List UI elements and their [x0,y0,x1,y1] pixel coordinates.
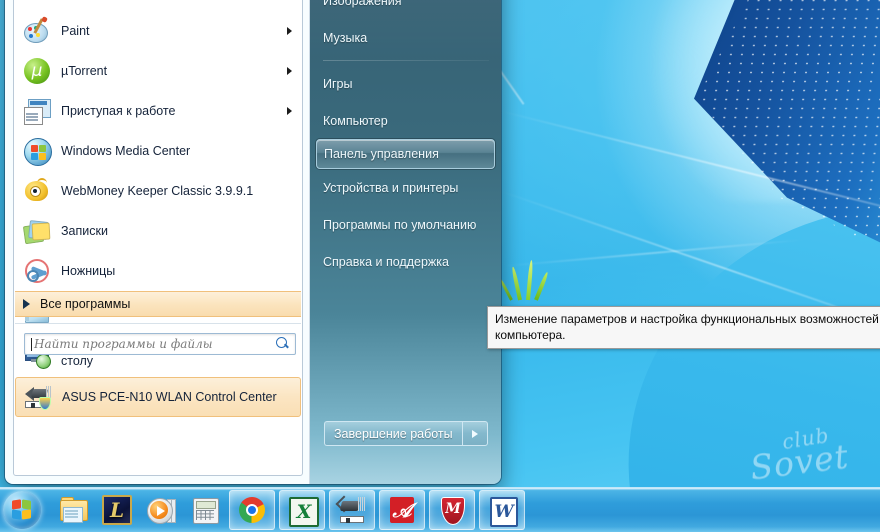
taskbar-item-asus-wlan[interactable] [329,490,375,530]
sticky-notes-icon [22,217,51,245]
taskbar-item-google-chrome[interactable] [229,490,275,530]
utorrent-icon: µ [23,57,51,85]
taskbar-item-microsoft-word[interactable]: W [479,490,525,530]
calculator-icon [190,495,220,525]
taskbar-item-mcafee[interactable]: M [429,490,475,530]
wallpaper-grass [498,258,560,303]
league-of-legends-icon: L [102,495,132,525]
chevron-right-icon [471,429,478,438]
snipping-tool-icon [23,257,51,285]
place-item-control-panel[interactable]: Панель управления [316,139,495,169]
getting-started-icon [23,97,51,125]
shutdown-button[interactable]: Завершение работы [324,421,462,446]
place-item-computer[interactable]: Компьютер [310,102,501,139]
place-item-default-programs[interactable]: Программы по умолчанию [310,206,501,243]
search-placeholder: Найти программы и файлы [34,337,213,351]
place-item-games[interactable]: Игры [310,65,501,102]
place-item-devices-and-printers[interactable]: Устройства и принтеры [310,169,501,206]
divider [15,323,301,324]
explorer-icon [58,495,88,525]
places-list: User Документы Изображения Музыка Игры К… [310,0,501,280]
all-programs-button[interactable]: Все программы [15,291,301,317]
microsoft-word-icon: W [487,495,518,527]
program-item-label: WebMoney Keeper Classic 3.9.9.1 [61,183,254,198]
start-menu-programs-frame: Paint µ µTorrent Приступая к работе Wind… [13,0,303,476]
taskbar-items: L X 𝒜 M W [51,490,527,530]
search-icon [275,337,289,351]
program-item-label: Ножницы [61,263,116,278]
program-item-label: Записки [61,223,108,238]
program-item-windows-media-center[interactable]: Windows Media Center [15,131,301,171]
tooltip: Изменение параметров и настройка функцио… [487,306,880,350]
program-item-asus-wlan-control-center[interactable]: ASUS PCE-N10 WLAN Control Center [15,377,301,417]
taskbar-item-league-of-legends[interactable]: L [95,491,139,529]
asus-wlan-icon [335,495,367,525]
chevron-right-icon [287,67,292,75]
google-chrome-icon [237,495,267,525]
program-item-label: ASUS PCE-N10 WLAN Control Center [62,389,277,404]
microsoft-excel-icon: X [287,495,319,527]
tooltip-text: Изменение параметров и настройка функцио… [495,312,879,343]
program-item-label: µTorrent [61,63,108,78]
place-item-label: Справка и поддержка [323,254,449,269]
program-list: Paint µ µTorrent Приступая к работе Wind… [15,11,301,417]
program-item-label: Windows Media Center [61,143,191,158]
taskbar-item-explorer[interactable] [51,491,95,529]
taskbar-item-calculator[interactable] [183,491,227,529]
asus-wlan-icon [24,383,52,411]
program-item-paint[interactable]: Paint [15,11,301,51]
shutdown-control[interactable]: Завершение работы [324,421,488,446]
program-item-utorrent[interactable]: µ µTorrent [15,51,301,91]
program-item-getting-started[interactable]: Приступая к работе [15,91,301,131]
shutdown-options-button[interactable] [461,421,488,446]
program-item-webmoney[interactable]: WebMoney Keeper Classic 3.9.9.1 [15,171,301,211]
taskbar[interactable]: L X 𝒜 M W [0,487,880,532]
search-input[interactable]: Найти программы и файлы [24,333,296,355]
place-item-label: Компьютер [323,113,388,128]
adobe-reader-icon: 𝒜 [387,495,417,525]
place-item-label: Устройства и принтеры [323,180,459,195]
program-item-label: Paint [61,23,90,38]
divider [323,60,489,61]
place-item-music[interactable]: Музыка [310,19,501,56]
taskbar-item-microsoft-excel[interactable]: X [279,490,325,530]
place-item-label: Панель управления [324,147,439,161]
start-menu-programs-panel: Paint µ µTorrent Приступая к работе Wind… [5,0,310,484]
place-item-pictures[interactable]: Изображения [310,0,501,19]
place-item-label: Программы по умолчанию [323,217,477,232]
windows-media-center-icon [23,137,52,166]
webmoney-icon [23,177,51,205]
taskbar-item-windows-media-player[interactable] [139,491,183,529]
program-item-sticky-notes[interactable]: Записки [15,211,301,251]
start-menu[interactable]: Paint µ µTorrent Приступая к работе Wind… [5,0,501,484]
paint-icon [23,16,51,45]
chevron-right-icon [287,27,292,35]
all-programs-label: Все программы [40,297,131,311]
text-caret [31,337,32,351]
program-item-label: Приступая к работе [61,103,176,118]
windows-media-player-icon [146,495,176,525]
place-item-help-and-support[interactable]: Справка и поддержка [310,243,501,280]
mcafee-icon: M [437,495,467,525]
shutdown-label: Завершение работы [334,426,453,441]
taskbar-item-adobe-reader[interactable]: 𝒜 [379,490,425,530]
chevron-right-icon [23,299,30,309]
chevron-right-icon [287,107,292,115]
start-button-orb[interactable] [3,491,41,529]
windows-logo-icon [12,499,32,520]
place-item-label: Музыка [323,30,368,45]
place-item-label: Изображения [323,0,402,8]
start-menu-places-panel: User Документы Изображения Музыка Игры К… [310,0,501,484]
program-item-snipping-tool[interactable]: Ножницы [15,251,301,291]
place-item-label: Игры [323,76,353,91]
